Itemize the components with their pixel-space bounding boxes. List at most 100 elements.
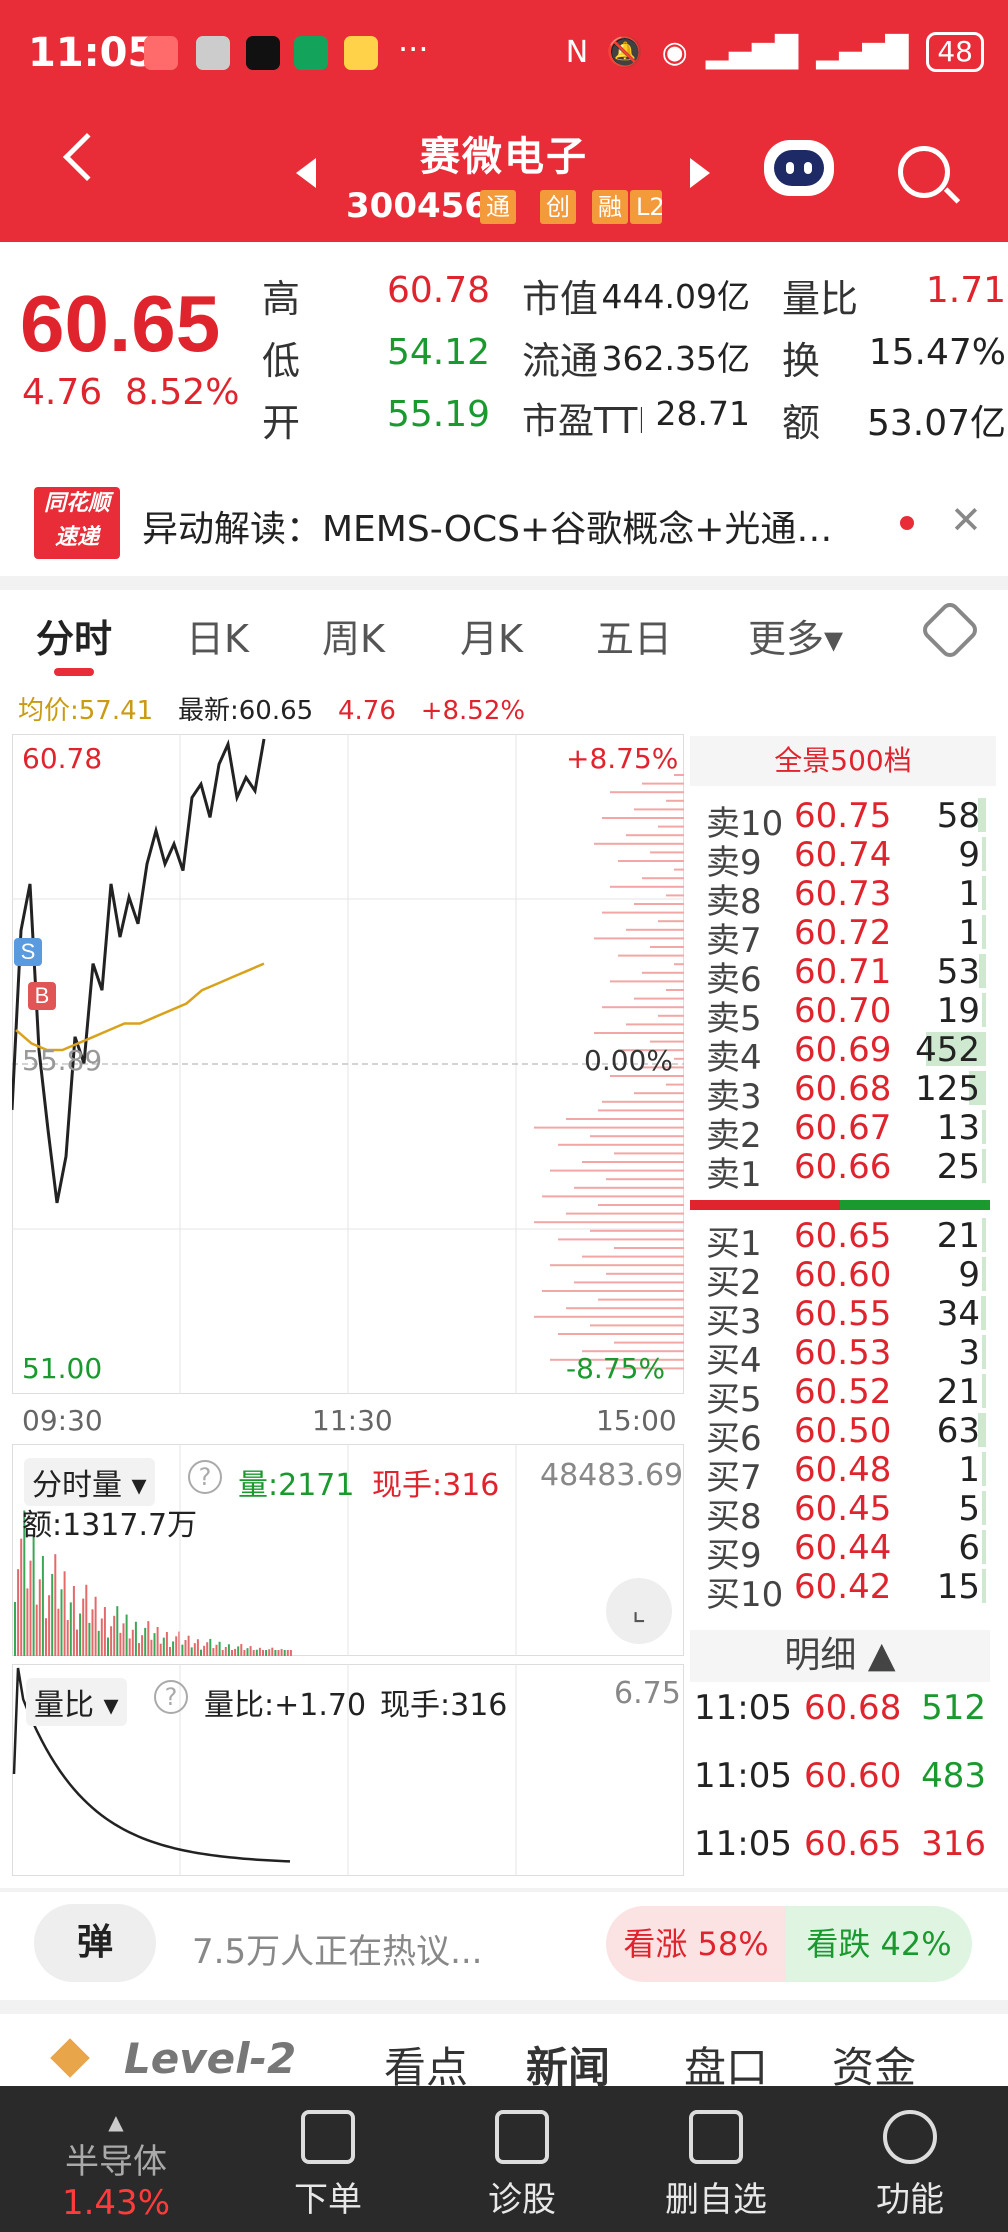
nav-remove-watchlist[interactable]: 删自选 xyxy=(636,2110,796,2221)
volume-ratio-label: 量比 xyxy=(782,277,859,321)
ask-row[interactable]: 卖6 60.71 53 xyxy=(706,952,986,1000)
volume-bar xyxy=(187,1635,190,1656)
ratio-value: 量比:+1.70 xyxy=(204,1688,367,1723)
volume-bar xyxy=(237,1646,240,1656)
volume-bar xyxy=(128,1638,131,1656)
volume-bar xyxy=(982,1569,986,1603)
volume-bar xyxy=(175,1636,178,1656)
robot-assistant-icon[interactable] xyxy=(764,140,834,196)
depth-bar xyxy=(574,1186,684,1189)
level2-diamond-icon xyxy=(50,2038,90,2078)
depth-bar xyxy=(674,1057,684,1060)
x-label-open: 09:30 xyxy=(22,1404,103,1437)
trade-time: 11:05 xyxy=(694,1756,792,1796)
danmu-button[interactable]: 弹 xyxy=(34,1904,156,1982)
bid-row[interactable]: 买10 60.42 15 xyxy=(706,1567,986,1615)
volume-bar xyxy=(271,1647,274,1656)
ask-row[interactable]: 卖7 60.72 1 xyxy=(706,913,986,961)
volume-bar xyxy=(156,1626,159,1656)
bid-row[interactable]: 买8 60.45 5 xyxy=(706,1489,986,1537)
ask-row[interactable]: 卖10 60.75 58 xyxy=(706,796,986,844)
ask-row[interactable]: 卖1 60.66 25 xyxy=(706,1147,986,1195)
depth-bar xyxy=(610,885,684,888)
nav-order[interactable]: 下单 xyxy=(248,2110,408,2221)
volume-bar xyxy=(268,1649,271,1656)
bid-row[interactable]: 买2 60.60 9 xyxy=(706,1255,986,1303)
settings-icon[interactable] xyxy=(918,598,982,662)
help-icon[interactable]: ? xyxy=(154,1680,188,1714)
orderbook-price: 60.75 xyxy=(794,796,892,836)
tab-weekly-k[interactable]: 周K xyxy=(322,608,385,663)
depth-bar xyxy=(566,1307,684,1310)
tab-daily-k[interactable]: 日K xyxy=(186,608,249,663)
volume-bar xyxy=(69,1602,72,1656)
orderbook-header[interactable]: 全景500档 xyxy=(690,736,996,786)
depth-bar xyxy=(534,1315,684,1318)
high-label: 高 xyxy=(262,277,301,321)
bullish-button[interactable]: 看涨 58% xyxy=(606,1906,786,1982)
ask-row[interactable]: 卖9 60.74 9 xyxy=(706,835,986,883)
app-icon xyxy=(246,36,280,70)
orderbook-price: 60.52 xyxy=(794,1372,892,1412)
nav-sector[interactable]: ▲ 半导体 1.43% xyxy=(36,2110,196,2223)
ask-row[interactable]: 卖4 60.69 452 xyxy=(706,1030,986,1078)
market-cap-label: 市值 xyxy=(522,277,599,321)
ask-row[interactable]: 卖8 60.73 1 xyxy=(706,874,986,922)
bearish-button[interactable]: 看跌 42% xyxy=(786,1906,972,1982)
depth-bar xyxy=(634,808,684,811)
orderbook-price: 60.70 xyxy=(794,991,892,1031)
ask-row[interactable]: 卖2 60.67 13 xyxy=(706,1108,986,1156)
tab-level2[interactable]: Level-2 xyxy=(124,2034,296,2083)
orderbook-price: 60.50 xyxy=(794,1411,892,1451)
volume-bar xyxy=(54,1554,57,1656)
bid-row[interactable]: 买7 60.48 1 xyxy=(706,1450,986,1498)
orderbook-vol: 9 xyxy=(958,835,980,875)
help-icon[interactable]: ? xyxy=(188,1460,222,1494)
volume-bar xyxy=(119,1632,122,1656)
volume-bar xyxy=(72,1585,75,1656)
bid-row[interactable]: 买5 60.52 21 xyxy=(706,1372,986,1420)
volume-bar xyxy=(982,1374,986,1408)
divider xyxy=(0,2000,1008,2014)
current-hand-value: 现手:316 xyxy=(372,1468,500,1503)
ratio-hand-value: 现手:316 xyxy=(380,1688,508,1723)
tab-monthly-k[interactable]: 月K xyxy=(460,608,523,663)
tab-intraday[interactable]: 分时 xyxy=(36,608,112,663)
fullscreen-icon[interactable]: ⌞ xyxy=(606,1578,672,1644)
orderbook-vol: 9 xyxy=(958,1255,980,1295)
ratio-selector[interactable]: 量比 ▾ xyxy=(26,1678,127,1726)
bid-row[interactable]: 买4 60.53 3 xyxy=(706,1333,986,1381)
orderbook-price: 60.45 xyxy=(794,1489,892,1529)
volume-bar xyxy=(51,1573,54,1656)
trade-time: 11:05 xyxy=(694,1688,792,1728)
trade-detail-header[interactable]: 明细 ▲ xyxy=(690,1630,990,1682)
app-icon xyxy=(144,36,178,70)
close-icon[interactable]: ✕ xyxy=(950,498,982,542)
volume-bar xyxy=(234,1648,237,1656)
orderbook-price: 60.69 xyxy=(794,1030,892,1070)
nav-functions[interactable]: 功能 xyxy=(830,2110,990,2221)
search-icon[interactable] xyxy=(898,146,950,198)
news-headline[interactable]: 异动解读：MEMS-OCS+谷歌概念+光通… xyxy=(142,500,832,552)
depth-bar xyxy=(602,1100,684,1103)
orderbook-vol: 53 xyxy=(936,952,980,992)
volume-bar xyxy=(231,1650,233,1656)
news-logo: 同花顺 速递 xyxy=(34,487,120,559)
volume-bar xyxy=(97,1630,100,1656)
svg-text:S: S xyxy=(21,939,36,964)
orderbook-vol: 452 xyxy=(915,1030,980,1070)
tab-five-day[interactable]: 五日 xyxy=(596,608,672,663)
volume-bar xyxy=(147,1621,150,1656)
bid-row[interactable]: 买1 60.65 21 xyxy=(706,1216,986,1264)
tab-more[interactable]: 更多▾ xyxy=(748,608,843,663)
bid-row[interactable]: 买9 60.44 6 xyxy=(706,1528,986,1576)
ask-row[interactable]: 卖3 60.68 125 xyxy=(706,1069,986,1117)
volume-bar xyxy=(57,1608,60,1656)
bid-row[interactable]: 买6 60.50 63 xyxy=(706,1411,986,1459)
bid-row[interactable]: 买3 60.55 34 xyxy=(706,1294,986,1342)
volume-selector[interactable]: 分时量 ▾ xyxy=(24,1458,155,1506)
volume-bar xyxy=(193,1643,196,1656)
hot-discussion-text[interactable]: 7.5万人正在热议... xyxy=(192,1924,483,1973)
nav-diagnose[interactable]: 诊股 xyxy=(442,2110,602,2221)
ask-row[interactable]: 卖5 60.70 19 xyxy=(706,991,986,1039)
